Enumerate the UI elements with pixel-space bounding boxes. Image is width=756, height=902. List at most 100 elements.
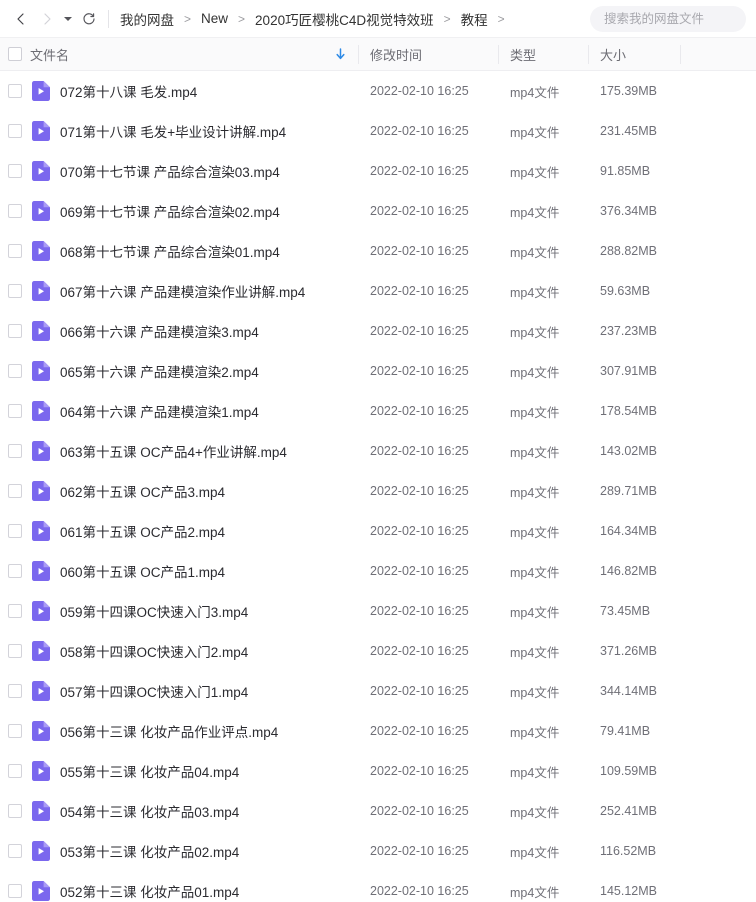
file-name-cell[interactable]: 058第十四课OC快速入门2.mp4: [30, 631, 358, 671]
table-row[interactable]: 065第十六课 产品建模渲染2.mp4 2022-02-10 16:25 mp4文件…: [0, 351, 756, 391]
row-actions: [680, 711, 756, 751]
file-name-cell[interactable]: 065第十六课 产品建模渲染2.mp4: [30, 351, 358, 391]
file-name-cell[interactable]: 067第十六课 产品建模渲染作业讲解.mp4: [30, 271, 358, 311]
history-dropdown-button[interactable]: [60, 6, 76, 32]
table-row[interactable]: 060第十五课 OC产品1.mp4 2022-02-10 16:25 mp4文件 14…: [0, 551, 756, 591]
breadcrumb-item-new[interactable]: New: [200, 9, 229, 28]
chevron-right-icon: [40, 12, 54, 26]
file-name-cell[interactable]: 070第十七节课 产品综合渲染03.mp4: [30, 151, 358, 191]
file-name-cell[interactable]: 064第十六课 产品建模渲染1.mp4: [30, 391, 358, 431]
table-row[interactable]: 054第十三课 化妆产品03.mp4 2022-02-10 16:25 mp4文件 2…: [0, 791, 756, 831]
table-row[interactable]: 066第十六课 产品建模渲染3.mp4 2022-02-10 16:25 mp4文件…: [0, 311, 756, 351]
row-checkbox[interactable]: [8, 524, 22, 538]
file-name-cell[interactable]: 072第十八课 毛发.mp4: [30, 71, 358, 111]
file-modified-time: 2022-02-10 16:25: [370, 484, 469, 498]
row-checkbox[interactable]: [8, 684, 22, 698]
table-row[interactable]: 067第十六课 产品建模渲染作业讲解.mp4 2022-02-10 16:25 mp…: [0, 271, 756, 311]
table-row[interactable]: 062第十五课 OC产品3.mp4 2022-02-10 16:25 mp4文件 28…: [0, 471, 756, 511]
file-type: mp4文件: [510, 245, 560, 260]
table-row[interactable]: 063第十五课 OC产品4+作业讲解.mp4 2022-02-10 16:25 mp…: [0, 431, 756, 471]
file-name-cell[interactable]: 057第十四课OC快速入门1.mp4: [30, 671, 358, 711]
row-checkbox[interactable]: [8, 324, 22, 338]
file-name-cell[interactable]: 062第十五课 OC产品3.mp4: [30, 471, 358, 511]
table-row[interactable]: 053第十三课 化妆产品02.mp4 2022-02-10 16:25 mp4文件 1…: [0, 831, 756, 871]
file-name-label: 054第十三课 化妆产品03.mp4: [60, 805, 240, 820]
file-name-cell[interactable]: 060第十五课 OC产品1.mp4: [30, 551, 358, 591]
breadcrumb-item-course[interactable]: 2020巧匠樱桃C4D视觉特效班: [254, 7, 435, 31]
table-row[interactable]: 064第十六课 产品建模渲染1.mp4 2022-02-10 16:25 mp4文件…: [0, 391, 756, 431]
video-file-icon: [32, 241, 50, 261]
row-checkbox[interactable]: [8, 404, 22, 418]
table-row[interactable]: 057第十四课OC快速入门1.mp4 2022-02-10 16:25 mp4文件 3…: [0, 671, 756, 711]
row-checkbox[interactable]: [8, 764, 22, 778]
file-name-cell[interactable]: 071第十八课 毛发+毕业设计讲解.mp4: [30, 111, 358, 151]
row-checkbox[interactable]: [8, 804, 22, 818]
row-checkbox[interactable]: [8, 884, 22, 898]
column-header-name[interactable]: 文件名: [30, 38, 358, 71]
row-checkbox[interactable]: [8, 724, 22, 738]
row-checkbox[interactable]: [8, 604, 22, 618]
file-name-cell[interactable]: 069第十七节课 产品综合渲染02.mp4: [30, 191, 358, 231]
table-row[interactable]: 069第十七节课 产品综合渲染02.mp4 2022-02-10 16:25 mp4…: [0, 191, 756, 231]
file-name-cell[interactable]: 063第十五课 OC产品4+作业讲解.mp4: [30, 431, 358, 471]
row-checkbox[interactable]: [8, 644, 22, 658]
video-file-icon: [32, 81, 50, 101]
table-row[interactable]: 072第十八课 毛发.mp4 2022-02-10 16:25 mp4文件 175.3…: [0, 71, 756, 111]
refresh-button[interactable]: [76, 6, 102, 32]
row-checkbox[interactable]: [8, 124, 22, 138]
file-name-cell[interactable]: 054第十三课 化妆产品03.mp4: [30, 791, 358, 831]
table-row[interactable]: 061第十五课 OC产品2.mp4 2022-02-10 16:25 mp4文件 16…: [0, 511, 756, 551]
file-name-cell[interactable]: 066第十六课 产品建模渲染3.mp4: [30, 311, 358, 351]
file-name-cell[interactable]: 053第十三课 化妆产品02.mp4: [30, 831, 358, 871]
sort-arrow-down-icon[interactable]: [335, 48, 346, 60]
search-box[interactable]: [590, 6, 746, 32]
column-header-size[interactable]: 大小: [588, 38, 680, 71]
video-file-icon: [32, 761, 50, 781]
file-modified-time: 2022-02-10 16:25: [370, 284, 469, 298]
file-type: mp4文件: [510, 645, 560, 660]
search-input[interactable]: [602, 11, 734, 27]
select-all-checkbox[interactable]: [8, 47, 22, 61]
row-select-cell: [0, 751, 30, 791]
table-row[interactable]: 059第十四课OC快速入门3.mp4 2022-02-10 16:25 mp4文件 7…: [0, 591, 756, 631]
row-checkbox[interactable]: [8, 84, 22, 98]
row-checkbox[interactable]: [8, 844, 22, 858]
table-row[interactable]: 068第十七节课 产品综合渲染01.mp4 2022-02-10 16:25 mp4…: [0, 231, 756, 271]
row-checkbox[interactable]: [8, 484, 22, 498]
breadcrumb-item-root[interactable]: 我的网盘: [119, 7, 175, 31]
file-name-cell[interactable]: 059第十四课OC快速入门3.mp4: [30, 591, 358, 631]
row-checkbox[interactable]: [8, 564, 22, 578]
file-name-cell[interactable]: 055第十三课 化妆产品04.mp4: [30, 751, 358, 791]
column-header-time[interactable]: 修改时间: [358, 38, 498, 71]
breadcrumb-item-tutorial[interactable]: 教程: [460, 7, 489, 31]
file-list[interactable]: 072第十八课 毛发.mp4 2022-02-10 16:25 mp4文件 175.3…: [0, 71, 756, 902]
file-name-label: 063第十五课 OC产品4+作业讲解.mp4: [60, 445, 287, 460]
column-header-type[interactable]: 类型: [498, 38, 588, 71]
file-size: 91.85MB: [600, 164, 651, 178]
row-checkbox[interactable]: [8, 444, 22, 458]
video-file-icon: [32, 881, 50, 901]
forward-button[interactable]: [34, 6, 60, 32]
table-row[interactable]: 058第十四课OC快速入门2.mp4 2022-02-10 16:25 mp4文件 3…: [0, 631, 756, 671]
table-row[interactable]: 052第十三课 化妆产品01.mp4 2022-02-10 16:25 mp4文件 1…: [0, 871, 756, 902]
row-checkbox[interactable]: [8, 364, 22, 378]
file-type: mp4文件: [510, 525, 560, 540]
row-select-cell: [0, 431, 30, 471]
table-row[interactable]: 070第十七节课 产品综合渲染03.mp4 2022-02-10 16:25 mp4…: [0, 151, 756, 191]
file-name-cell[interactable]: 056第十三课 化妆产品作业评点.mp4: [30, 711, 358, 751]
row-checkbox[interactable]: [8, 284, 22, 298]
file-name-cell[interactable]: 068第十七节课 产品综合渲染01.mp4: [30, 231, 358, 271]
row-checkbox[interactable]: [8, 244, 22, 258]
row-select-cell: [0, 631, 30, 671]
back-button[interactable]: [8, 6, 34, 32]
file-name-cell[interactable]: 052第十三课 化妆产品01.mp4: [30, 871, 358, 902]
table-row[interactable]: 071第十八课 毛发+毕业设计讲解.mp4 2022-02-10 16:25 mp4…: [0, 111, 756, 151]
file-modified-time: 2022-02-10 16:25: [370, 164, 469, 178]
table-row[interactable]: 055第十三课 化妆产品04.mp4 2022-02-10 16:25 mp4文件 1…: [0, 751, 756, 791]
row-actions: [680, 151, 756, 191]
row-checkbox[interactable]: [8, 204, 22, 218]
row-checkbox[interactable]: [8, 164, 22, 178]
table-row[interactable]: 056第十三课 化妆产品作业评点.mp4 2022-02-10 16:25 mp4文…: [0, 711, 756, 751]
file-name-cell[interactable]: 061第十五课 OC产品2.mp4: [30, 511, 358, 551]
video-file-icon: [32, 121, 50, 141]
